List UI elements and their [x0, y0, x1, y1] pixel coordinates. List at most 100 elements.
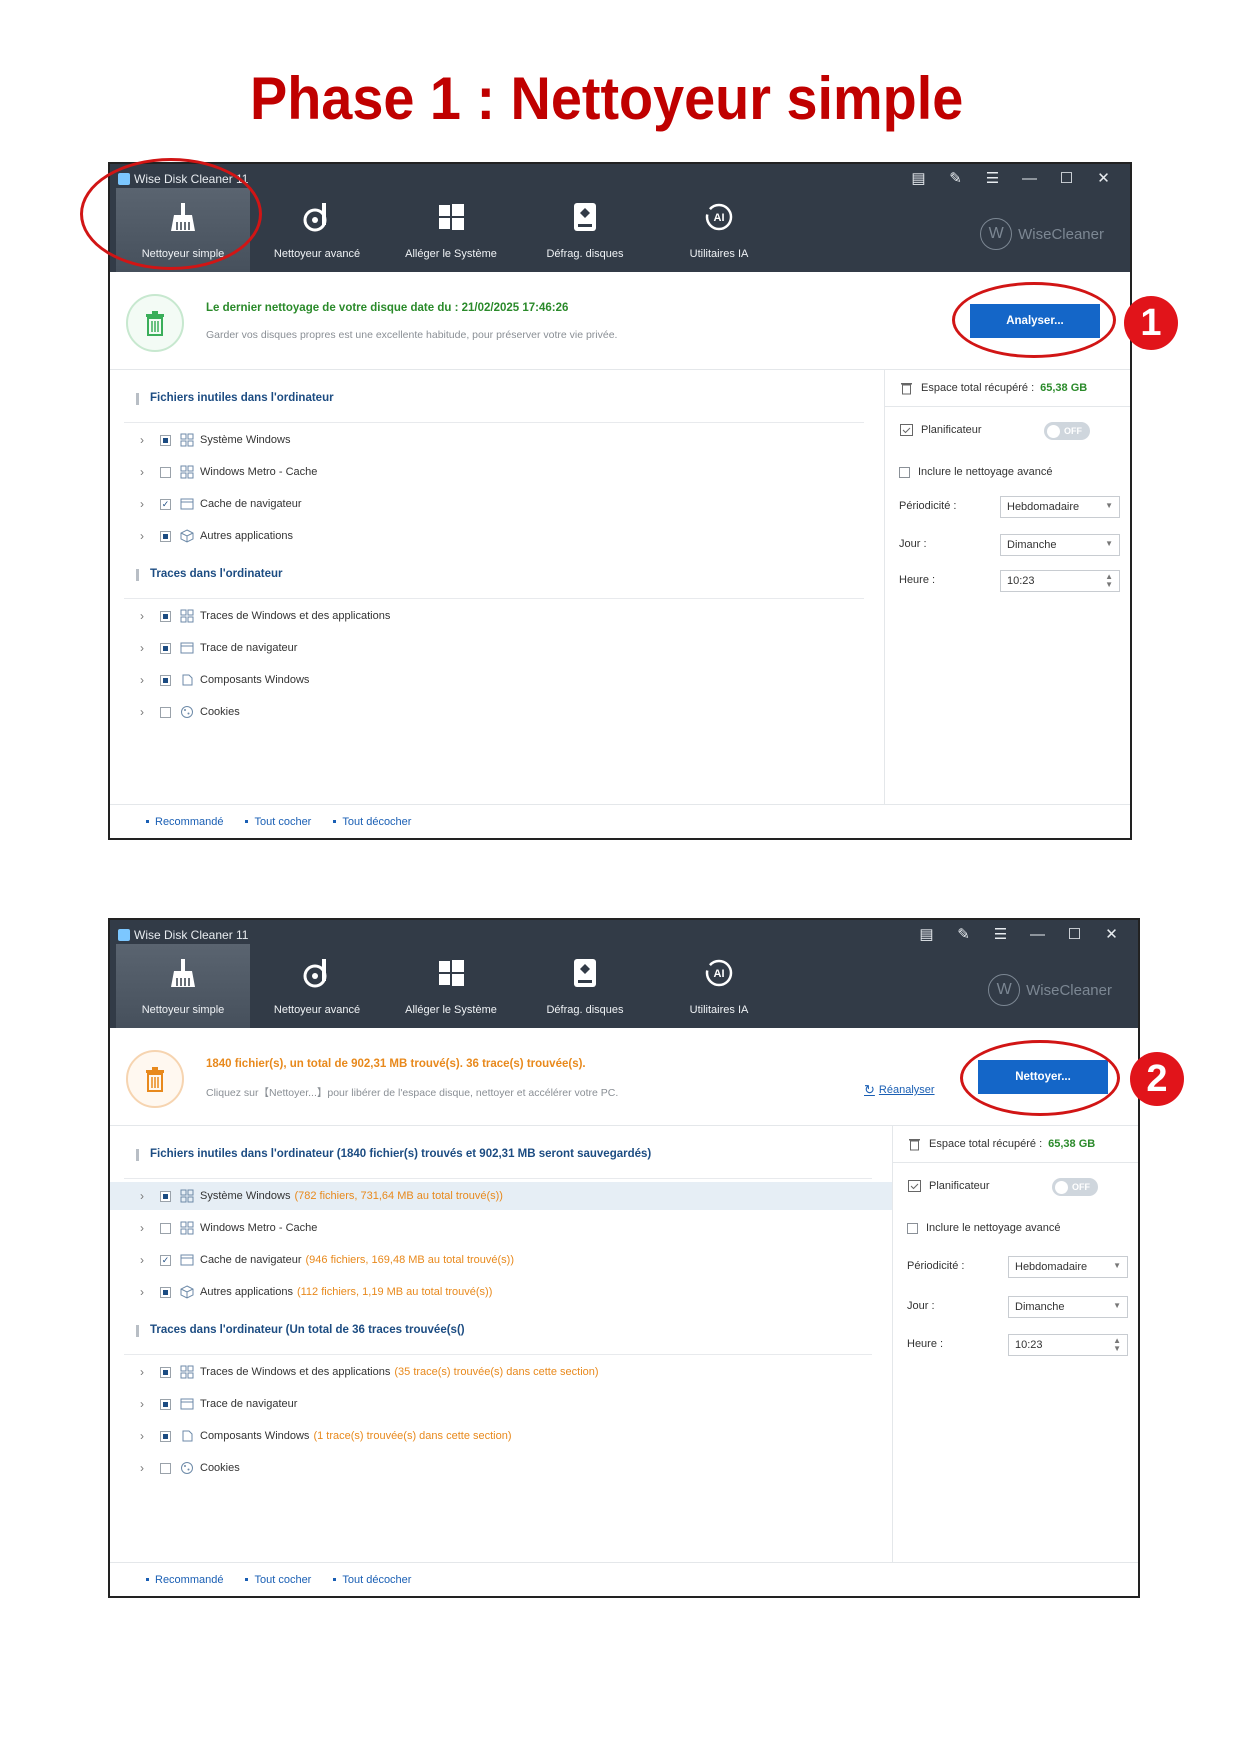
include-advanced-row[interactable]: Inclure le nettoyage avancé	[907, 1222, 1128, 1234]
clean-button[interactable]: Nettoyer...	[978, 1060, 1108, 1094]
item-checkbox[interactable]	[160, 706, 171, 718]
item-checkbox[interactable]	[160, 1222, 171, 1234]
list-item[interactable]: › Système Windows (782 fichiers, 731,64 …	[110, 1182, 894, 1210]
chevron-right-icon[interactable]: ›	[140, 465, 160, 479]
spin-arrows-icon[interactable]: ▲ ▼	[1105, 573, 1113, 589]
tab-utilitaires-ia[interactable]: AI Utilitaires IA	[652, 188, 786, 272]
include-advanced-row[interactable]: Inclure le nettoyage avancé	[899, 466, 1120, 478]
list-item[interactable]: › Trace de navigateur	[110, 634, 886, 662]
chevron-right-icon[interactable]: ›	[140, 1189, 160, 1203]
list-item[interactable]: › Système Windows	[110, 426, 886, 454]
hour-stepper[interactable]: 10:23 ▲ ▼	[1000, 570, 1120, 592]
list-item[interactable]: › Cookies	[110, 698, 886, 726]
item-checkbox[interactable]	[160, 530, 171, 542]
analyze-button[interactable]: Analyser...	[970, 304, 1100, 338]
close-icon[interactable]: ✕	[1093, 922, 1130, 946]
scheduler-toggle[interactable]: OFF	[1052, 1178, 1098, 1196]
item-checkbox[interactable]	[160, 1430, 171, 1442]
maximize-icon[interactable]: ☐	[1048, 166, 1085, 190]
menu-icon[interactable]: ☰	[982, 922, 1019, 946]
item-checkbox[interactable]	[160, 1286, 171, 1298]
recommended-link[interactable]: Recommandé	[146, 1574, 223, 1586]
calendar-check-icon	[907, 1178, 922, 1193]
period-select[interactable]: Hebdomadaire ▼	[1008, 1256, 1128, 1278]
chevron-right-icon[interactable]: ›	[140, 705, 160, 719]
day-label: Jour :	[907, 1300, 935, 1312]
check-all-link[interactable]: Tout cocher	[245, 1574, 311, 1586]
list-item[interactable]: › Windows Metro - Cache	[110, 458, 886, 486]
chevron-right-icon[interactable]: ›	[140, 1221, 160, 1235]
item-checkbox[interactable]	[160, 1366, 171, 1378]
edit-icon[interactable]: ✎	[937, 166, 974, 190]
list-item[interactable]: › Composants Windows	[110, 666, 886, 694]
item-checkbox[interactable]: ✓	[160, 498, 171, 510]
reanalyse-link[interactable]: ↻ Réanalyser	[864, 1082, 935, 1098]
period-select[interactable]: Hebdomadaire ▼	[1000, 496, 1120, 518]
chevron-right-icon[interactable]: ›	[140, 497, 160, 511]
item-checkbox[interactable]	[160, 610, 171, 622]
list-item[interactable]: › ✓ Cache de navigateur	[110, 490, 886, 518]
edit-icon[interactable]: ✎	[945, 922, 982, 946]
uncheck-all-link[interactable]: Tout décocher	[333, 1574, 411, 1586]
item-checkbox[interactable]	[160, 642, 171, 654]
chevron-right-icon[interactable]: ›	[140, 609, 160, 623]
tab-nettoyeur-simple[interactable]: Nettoyeur simple	[116, 188, 250, 272]
item-checkbox[interactable]	[160, 434, 171, 446]
brand-name: WiseCleaner	[1018, 225, 1104, 243]
chevron-right-icon[interactable]: ›	[140, 1429, 160, 1443]
list-item[interactable]: › Traces de Windows et des applications …	[110, 1358, 894, 1386]
item-checkbox[interactable]	[160, 1190, 171, 1202]
trash-icon	[907, 1136, 922, 1151]
chevron-right-icon[interactable]: ›	[140, 1285, 160, 1299]
include-advanced-checkbox[interactable]	[899, 466, 910, 478]
day-select[interactable]: Dimanche ▼	[1000, 534, 1120, 556]
list-item[interactable]: › Trace de navigateur	[110, 1390, 894, 1418]
menu-icon[interactable]: ☰	[974, 166, 1011, 190]
tab-nettoyeur-avance[interactable]: Nettoyeur avancé	[250, 188, 384, 272]
tab-alleger-systeme[interactable]: Alléger le Système	[384, 188, 518, 272]
tab-defrag-disques[interactable]: Défrag. disques	[518, 188, 652, 272]
item-detail: (782 fichiers, 731,64 MB au total trouvé…	[294, 1190, 503, 1202]
item-checkbox[interactable]	[160, 674, 171, 686]
brand-logo: W WiseCleaner	[988, 974, 1112, 1006]
chevron-right-icon[interactable]: ›	[140, 1365, 160, 1379]
item-checkbox[interactable]	[160, 1398, 171, 1410]
tab-alleger-systeme[interactable]: Alléger le Système	[384, 944, 518, 1028]
windows-grid-icon	[180, 1189, 194, 1203]
include-advanced-checkbox[interactable]	[907, 1222, 918, 1234]
close-icon[interactable]: ✕	[1085, 166, 1122, 190]
tab-nettoyeur-avance[interactable]: Nettoyeur avancé	[250, 944, 384, 1028]
list-item[interactable]: › ✓ Cache de navigateur (946 fichiers, 1…	[110, 1246, 894, 1274]
spin-arrows-icon[interactable]: ▲ ▼	[1113, 1337, 1121, 1353]
item-checkbox[interactable]: ✓	[160, 1254, 171, 1266]
feedback-icon[interactable]: ▤	[908, 922, 945, 946]
list-item[interactable]: › Windows Metro - Cache	[110, 1214, 894, 1242]
minimize-icon[interactable]: —	[1019, 922, 1056, 946]
chevron-right-icon[interactable]: ›	[140, 529, 160, 543]
chevron-right-icon[interactable]: ›	[140, 1461, 160, 1475]
chevron-right-icon[interactable]: ›	[140, 641, 160, 655]
list-item[interactable]: › Traces de Windows et des applications	[110, 602, 886, 630]
chevron-right-icon[interactable]: ›	[140, 1397, 160, 1411]
chevron-right-icon[interactable]: ›	[140, 673, 160, 687]
chevron-right-icon[interactable]: ›	[140, 1253, 160, 1267]
tab-defrag-disques[interactable]: Défrag. disques	[518, 944, 652, 1028]
minimize-icon[interactable]: —	[1011, 166, 1048, 190]
uncheck-all-link[interactable]: Tout décocher	[333, 816, 411, 828]
list-item[interactable]: › Autres applications (112 fichiers, 1,1…	[110, 1278, 894, 1306]
feedback-icon[interactable]: ▤	[900, 166, 937, 190]
chevron-right-icon[interactable]: ›	[140, 433, 160, 447]
list-item[interactable]: › Cookies	[110, 1454, 894, 1482]
maximize-icon[interactable]: ☐	[1056, 922, 1093, 946]
tab-nettoyeur-simple[interactable]: Nettoyeur simple	[116, 944, 250, 1028]
item-checkbox[interactable]	[160, 1462, 171, 1474]
tab-utilitaires-ia[interactable]: AI Utilitaires IA	[652, 944, 786, 1028]
day-select[interactable]: Dimanche ▼	[1008, 1296, 1128, 1318]
list-item[interactable]: › Composants Windows (1 trace(s) trouvée…	[110, 1422, 894, 1450]
recommended-link[interactable]: Recommandé	[146, 816, 223, 828]
item-checkbox[interactable]	[160, 466, 171, 478]
list-item[interactable]: › Autres applications	[110, 522, 886, 550]
check-all-link[interactable]: Tout cocher	[245, 816, 311, 828]
hour-stepper[interactable]: 10:23 ▲ ▼	[1008, 1334, 1128, 1356]
scheduler-toggle[interactable]: OFF	[1044, 422, 1090, 440]
